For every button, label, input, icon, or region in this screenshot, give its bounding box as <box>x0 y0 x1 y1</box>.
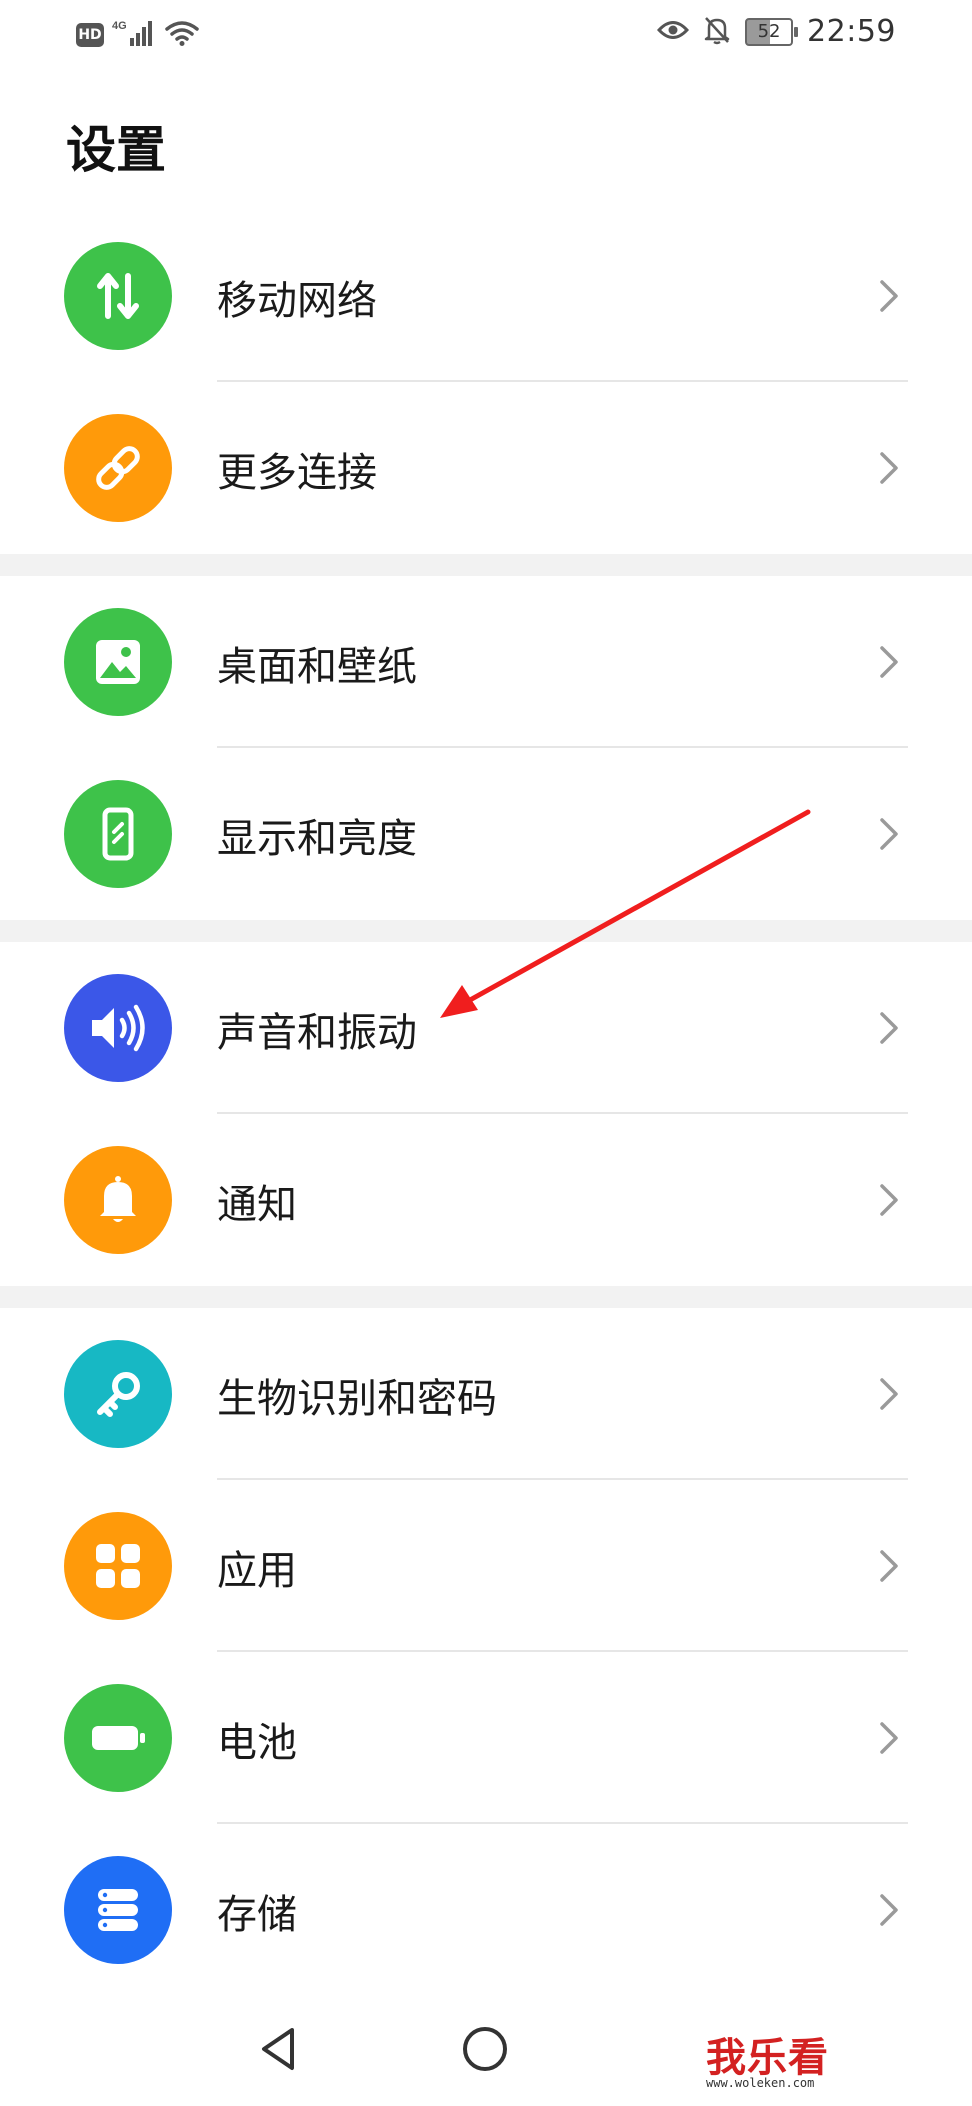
status-bar-right: 52 22:59 <box>656 14 896 49</box>
settings-item-label: 桌面和壁纸 <box>217 644 417 690</box>
battery-indicator: 52 <box>745 17 799 46</box>
chevron-right-icon <box>880 818 898 850</box>
settings-item-mobile-network[interactable]: 移动网络 <box>0 210 972 382</box>
group-separator <box>0 1286 972 1308</box>
chevron-right-icon <box>880 1184 898 1216</box>
settings-item-battery[interactable]: 电池 <box>0 1652 972 1824</box>
settings-item-label: 移动网络 <box>217 278 377 324</box>
key-icon <box>64 1340 172 1448</box>
chevron-right-icon <box>880 1378 898 1410</box>
page-title: 设置 <box>66 121 166 179</box>
storage-icon <box>64 1856 172 1964</box>
eye-comfort-icon <box>656 19 690 45</box>
settings-item-notifications[interactable]: 通知 <box>0 1114 972 1286</box>
apps-icon <box>64 1512 172 1620</box>
settings-item-label: 存储 <box>217 1892 297 1938</box>
settings-item-storage[interactable]: 存储 <box>0 1824 972 1996</box>
settings-item-label: 通知 <box>217 1182 297 1228</box>
cellular-signal-icon: 4G <box>112 18 156 52</box>
settings-item-more-connections[interactable]: 更多连接 <box>0 382 972 554</box>
chevron-right-icon <box>880 280 898 312</box>
chevron-right-icon <box>880 1894 898 1926</box>
settings-item-sound-vibration[interactable]: 声音和振动 <box>0 942 972 1114</box>
settings-item-label: 应用 <box>217 1548 297 1594</box>
watermark-url: www.woleken.com <box>706 2076 815 2090</box>
display-icon <box>64 780 172 888</box>
group-separator <box>0 920 972 942</box>
settings-group-network: 移动网络 更多连接 <box>0 210 972 554</box>
home-icon[interactable] <box>460 2024 510 2074</box>
settings-item-label: 电池 <box>217 1720 297 1766</box>
hd-badge: HD <box>76 23 104 47</box>
chevron-right-icon <box>880 1722 898 1754</box>
chevron-right-icon <box>880 452 898 484</box>
wifi-icon <box>164 18 200 52</box>
group-separator <box>0 554 972 576</box>
network-type-label: 4G <box>112 20 127 32</box>
status-bar: HD 4G 52 22:59 <box>0 0 972 70</box>
do-not-disturb-bell-icon <box>703 15 731 49</box>
chevron-right-icon <box>880 1550 898 1582</box>
settings-item-wallpaper[interactable]: 桌面和壁纸 <box>0 576 972 748</box>
watermark-logo: 我乐看 <box>706 2035 829 2081</box>
wallpaper-icon <box>64 608 172 716</box>
settings-item-display-brightness[interactable]: 显示和亮度 <box>0 748 972 920</box>
settings-item-label: 更多连接 <box>217 450 377 496</box>
chevron-right-icon <box>880 1012 898 1044</box>
link-icon <box>64 414 172 522</box>
settings-item-biometrics-password[interactable]: 生物识别和密码 <box>0 1308 972 1480</box>
status-bar-left: HD 4G <box>76 18 200 52</box>
settings-item-label: 声音和振动 <box>217 1010 417 1056</box>
mobile-network-icon <box>64 242 172 350</box>
settings-group-sound-notifications: 声音和振动 通知 <box>0 942 972 1286</box>
settings-item-label: 显示和亮度 <box>217 816 417 862</box>
chevron-right-icon <box>880 646 898 678</box>
settings-group-security-apps: 生物识别和密码 应用 电池 存储 <box>0 1308 972 1996</box>
battery-icon <box>64 1684 172 1792</box>
settings-group-display: 桌面和壁纸 显示和亮度 <box>0 576 972 920</box>
settings-item-apps[interactable]: 应用 <box>0 1480 972 1652</box>
settings-item-label: 生物识别和密码 <box>217 1376 497 1422</box>
clock: 22:59 <box>807 14 896 49</box>
bell-icon <box>64 1146 172 1254</box>
back-icon[interactable] <box>256 2024 300 2074</box>
sound-icon <box>64 974 172 1082</box>
